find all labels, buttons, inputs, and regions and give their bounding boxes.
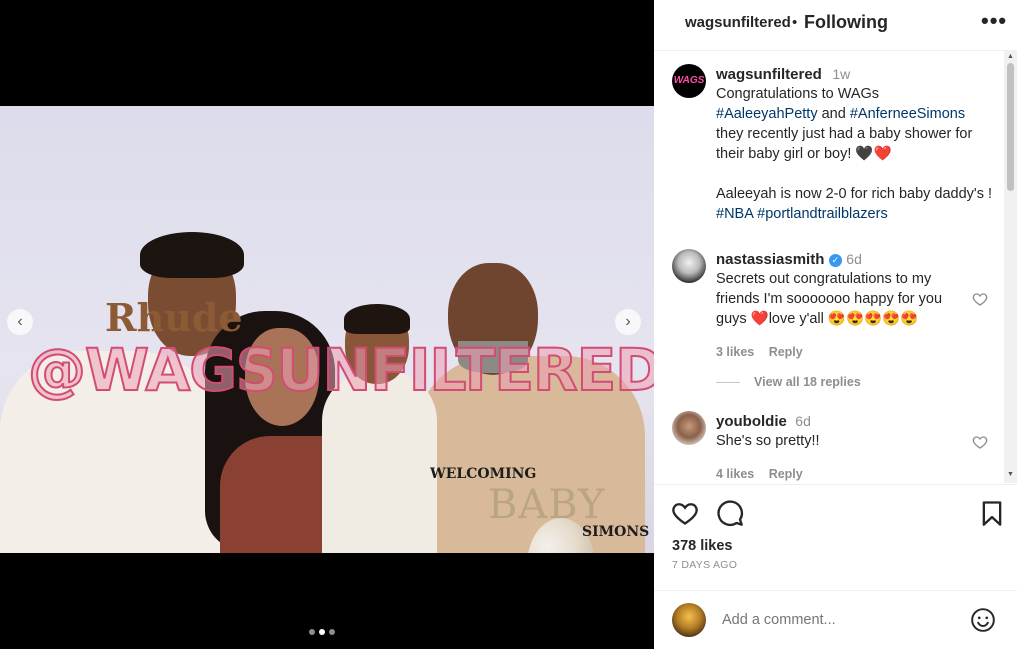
- hashtag-link[interactable]: #AnferneeSimons: [850, 106, 965, 122]
- caption-text: Congratulations to WAGs #AaleeyahPetty a…: [716, 84, 996, 224]
- carousel-indicator: [309, 629, 335, 635]
- verified-badge-icon: ✓: [828, 254, 842, 267]
- banner-simons: SIMONS: [582, 524, 650, 540]
- caption-username-link[interactable]: wagsunfiltered: [716, 66, 822, 83]
- avatar-logo-text: WAGS: [673, 75, 705, 86]
- bookmark-icon[interactable]: [978, 499, 1006, 527]
- hashtag-link[interactable]: #NBA: [716, 206, 753, 222]
- comment-time[interactable]: 6d: [846, 251, 862, 267]
- scroll-down-arrow-icon[interactable]: ▼: [1007, 471, 1014, 478]
- emoji-icon[interactable]: [970, 607, 996, 633]
- caption-text-3: Aaleeyah is now 2-0 for rich baby daddy'…: [716, 186, 993, 202]
- add-comment-bar: [654, 590, 1017, 650]
- post-media: Rhude @WAGSUNFILTERED WELCOMING BABY SIM…: [0, 0, 654, 649]
- post-header: wagsunfiltered • Following •••: [654, 0, 1017, 51]
- banner-baby: BABY: [488, 482, 606, 528]
- photo-person-1-hair: [140, 232, 244, 278]
- header-username-link[interactable]: wagsunfiltered: [685, 14, 791, 31]
- comment-text: She's so pretty!!: [716, 433, 820, 449]
- caption-time[interactable]: 1w: [832, 66, 850, 82]
- carousel-dot: [329, 629, 335, 635]
- comment-avatar[interactable]: [672, 411, 706, 445]
- like-count[interactable]: 378 likes: [672, 538, 732, 554]
- header-separator: •: [792, 14, 798, 31]
- more-options-button[interactable]: •••: [981, 8, 1007, 34]
- caption-text-1: Congratulations to WAGs: [716, 86, 880, 102]
- caption-and: and: [821, 106, 846, 122]
- scroll-up-arrow-icon[interactable]: ▲: [1007, 53, 1014, 60]
- caption: wagsunfiltered 1w Congratulations to WAG…: [716, 66, 996, 224]
- carousel-dot-active: [319, 629, 325, 635]
- shirt-print-text: Rhude: [105, 295, 243, 340]
- carousel-prev-button[interactable]: ‹: [7, 309, 33, 335]
- view-replies-label: View all 18 replies: [754, 375, 861, 389]
- heart-outline-icon[interactable]: [972, 434, 988, 450]
- view-replies-button[interactable]: View all 18 replies: [716, 375, 861, 389]
- comment-item: nastassiasmith ✓ 6d Secrets out congratu…: [716, 251, 976, 361]
- scrollbar-thumb[interactable]: [1007, 63, 1014, 191]
- comments-list[interactable]: WAGS wagsunfiltered 1w Congratulations t…: [654, 51, 1004, 483]
- caption-avatar[interactable]: WAGS: [672, 64, 706, 98]
- photo-child-hair: [344, 304, 410, 334]
- comment-avatar[interactable]: [672, 249, 706, 283]
- watermark-text: @WAGSUNFILTERED: [27, 335, 654, 405]
- add-comment-input[interactable]: [720, 611, 954, 629]
- chevron-right-icon: ›: [625, 313, 631, 330]
- comment-likes[interactable]: 3 likes: [716, 345, 754, 359]
- comment-bubble-icon[interactable]: [716, 499, 744, 527]
- comments-scrollbar[interactable]: ▲ ▼: [1004, 51, 1017, 483]
- post-details-panel: wagsunfiltered • Following ••• WAGS wags…: [654, 0, 1017, 649]
- comment-item: youboldie 6d She's so pretty!! 4 likes R…: [716, 413, 976, 483]
- comment-likes[interactable]: 4 likes: [716, 467, 754, 481]
- following-button[interactable]: Following: [804, 12, 888, 33]
- caption-text-2: they recently just had a baby shower for…: [716, 126, 973, 162]
- post-actions: 378 likes 7 DAYS AGO: [654, 484, 1017, 585]
- banner-welcoming: WELCOMING: [430, 466, 537, 482]
- carousel-dot: [309, 629, 315, 635]
- hashtag-link[interactable]: #AaleeyahPetty: [716, 106, 818, 122]
- post-timestamp: 7 DAYS AGO: [672, 559, 738, 571]
- comment-username-link[interactable]: nastassiasmith: [716, 251, 824, 268]
- comment-time[interactable]: 6d: [795, 413, 811, 429]
- heart-outline-icon[interactable]: [972, 291, 988, 307]
- hashtag-link[interactable]: #portlandtrailblazers: [757, 206, 888, 222]
- comment-text: Secrets out congratulations to my friend…: [716, 271, 943, 327]
- carousel-next-button[interactable]: ›: [615, 309, 641, 335]
- divider-line: [716, 381, 740, 383]
- more-horizontal-icon: •••: [981, 8, 1008, 33]
- comment-username-link[interactable]: youboldie: [716, 413, 787, 430]
- reply-button[interactable]: Reply: [769, 467, 803, 481]
- reply-button[interactable]: Reply: [769, 345, 803, 359]
- chevron-left-icon: ‹: [17, 313, 23, 330]
- like-heart-icon[interactable]: [671, 499, 699, 527]
- current-user-avatar: [672, 603, 706, 637]
